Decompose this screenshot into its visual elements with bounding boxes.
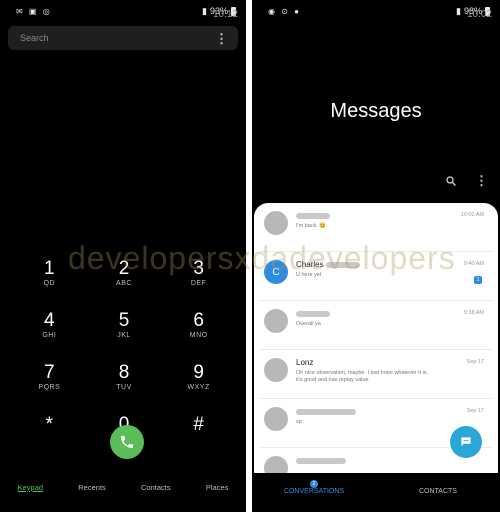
conversation-row[interactable]: Lonz Oh nice observation, maybe. I just … bbox=[260, 350, 492, 399]
key-star[interactable]: * bbox=[12, 414, 87, 454]
avatar: C bbox=[264, 260, 288, 284]
key-7[interactable]: 7 PQRS bbox=[12, 362, 87, 402]
key-digit: 3 bbox=[193, 258, 204, 279]
contact-name bbox=[296, 309, 330, 318]
message-time: 10:00 AM bbox=[460, 212, 484, 218]
compose-button[interactable] bbox=[450, 426, 482, 458]
phone-icon bbox=[121, 436, 133, 448]
title-actions: ⋮ bbox=[445, 174, 488, 187]
message-time: 9:40 AM bbox=[463, 261, 484, 267]
contact-name-text: Charles bbox=[296, 260, 324, 269]
status-bar: 10:02 ◉ ⊙ ● ▮ 98% bbox=[252, 0, 500, 22]
contact-name bbox=[296, 456, 346, 465]
page-title: Messages bbox=[330, 100, 422, 122]
blurred-name bbox=[296, 457, 346, 464]
key-1[interactable]: 1 QD bbox=[12, 258, 87, 298]
search-icon[interactable] bbox=[445, 175, 457, 187]
blurred-name bbox=[296, 212, 330, 219]
tab-keypad[interactable]: Keypad bbox=[18, 483, 43, 492]
contact-name: Charles bbox=[296, 260, 360, 269]
message-preview: Oh nice observation, maybe. I just hope … bbox=[296, 370, 429, 383]
search-input[interactable] bbox=[18, 32, 215, 44]
status-bar: 10:12 ✉ ▣ ◎ ▮ 93% bbox=[0, 0, 246, 22]
key-letters: GHI bbox=[42, 332, 57, 339]
tab-recents[interactable]: Recents bbox=[78, 483, 106, 492]
key-letters: JKL bbox=[117, 332, 131, 339]
key-2[interactable]: 2 ABC bbox=[87, 258, 162, 298]
contact-name bbox=[296, 211, 330, 220]
avatar bbox=[264, 309, 288, 333]
blurred-name bbox=[296, 310, 330, 317]
key-letters: QD bbox=[43, 280, 56, 287]
message-time: Sep 17 bbox=[466, 359, 484, 365]
tab-label: CONTACTS bbox=[419, 488, 457, 495]
dialer-tabs: Keypad Recents Contacts Places bbox=[0, 483, 246, 492]
tab-contacts[interactable]: Contacts bbox=[141, 483, 171, 492]
key-letters: MNO bbox=[189, 332, 208, 339]
key-letters: DEF bbox=[190, 280, 207, 287]
signal-icon: ▮ bbox=[202, 5, 207, 16]
message-preview: U here yet bbox=[296, 272, 322, 278]
more-options-icon[interactable]: ⋮ bbox=[475, 174, 488, 187]
notification-icons: ✉ ▣ ◎ bbox=[16, 6, 52, 16]
conversation-row[interactable]: I'm back. 😊 10:00 AM bbox=[260, 203, 492, 252]
messages-tabs: 2 CONVERSATIONS CONTACTS bbox=[252, 480, 500, 512]
key-3[interactable]: 3 DEF bbox=[161, 258, 236, 298]
status-time: 10:02 bbox=[466, 9, 492, 20]
avatar bbox=[264, 456, 288, 473]
key-digit: 8 bbox=[118, 362, 130, 383]
key-letters: PQRS bbox=[38, 384, 61, 391]
messages-screen: 10:02 ◉ ⊙ ● ▮ 98% Messages ⋮ I'm back. 😊… bbox=[252, 0, 500, 512]
unread-badge: 1 bbox=[474, 276, 482, 284]
key-4[interactable]: 4 GHI bbox=[12, 310, 87, 350]
conversation-row[interactable]: Overall ya 9:38 AM bbox=[260, 301, 492, 350]
key-digit: # bbox=[193, 414, 204, 435]
more-options-icon[interactable]: ⋮ bbox=[215, 32, 228, 45]
contact-name bbox=[296, 407, 356, 416]
signal-icon: ▮ bbox=[456, 5, 461, 16]
dialer-screen: 10:12 ✉ ▣ ◎ ▮ 93% ⋮ 1QD 2ABC 3DEF 4GHI 5… bbox=[0, 0, 246, 512]
key-digit: 9 bbox=[193, 362, 204, 383]
tab-conversations[interactable]: 2 CONVERSATIONS bbox=[252, 480, 376, 512]
tab-label: CONVERSATIONS bbox=[283, 488, 345, 495]
call-button[interactable] bbox=[110, 425, 144, 459]
search-bar[interactable]: ⋮ bbox=[8, 26, 238, 50]
tab-places[interactable]: Places bbox=[206, 483, 229, 492]
avatar bbox=[264, 407, 288, 431]
tab-contacts[interactable]: CONTACTS bbox=[376, 480, 500, 512]
message-time: Sep 17 bbox=[466, 408, 484, 414]
message-preview: Overall ya bbox=[296, 321, 321, 327]
tab-badge: 2 bbox=[310, 480, 318, 488]
message-preview: I'm back. 😊 bbox=[296, 223, 327, 229]
key-digit: 6 bbox=[193, 310, 204, 331]
blurred-name bbox=[325, 261, 360, 268]
key-letters: TUV bbox=[116, 384, 132, 391]
key-8[interactable]: 8 TUV bbox=[87, 362, 162, 402]
key-digit: * bbox=[45, 414, 54, 435]
key-digit: 5 bbox=[118, 310, 130, 331]
key-digit: 2 bbox=[118, 258, 130, 279]
key-digit: 4 bbox=[44, 310, 55, 331]
key-9[interactable]: 9 WXYZ bbox=[161, 362, 236, 402]
blurred-name bbox=[296, 408, 356, 415]
contact-name: Lonz bbox=[296, 358, 314, 367]
key-digit: 7 bbox=[44, 362, 55, 383]
notification-icons: ◉ ⊙ ● bbox=[268, 6, 301, 16]
avatar bbox=[264, 358, 288, 382]
key-digit: 1 bbox=[44, 258, 55, 279]
conversation-row[interactable]: C Charles U here yet 9:40 AM 1 bbox=[260, 252, 492, 301]
key-5[interactable]: 5 JKL bbox=[87, 310, 162, 350]
message-time: 9:38 AM bbox=[463, 310, 484, 316]
message-preview: sp bbox=[296, 419, 302, 425]
key-6[interactable]: 6 MNO bbox=[161, 310, 236, 350]
key-hash[interactable]: # bbox=[161, 414, 236, 454]
avatar bbox=[264, 211, 288, 235]
chat-bubble-icon bbox=[461, 437, 471, 447]
status-time: 10:12 bbox=[212, 9, 238, 20]
key-letters: ABC bbox=[116, 280, 132, 287]
key-letters: WXYZ bbox=[187, 384, 210, 391]
